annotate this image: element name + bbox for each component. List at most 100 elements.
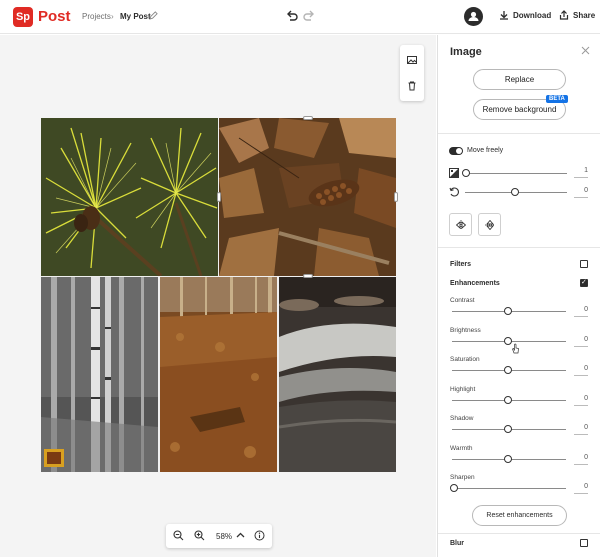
forest-floor-photo	[160, 277, 277, 472]
image-icon[interactable]	[407, 55, 417, 65]
undo-icon[interactable]	[286, 10, 298, 22]
saturation-value-underline	[574, 375, 588, 376]
filters-label: Filters	[450, 261, 472, 268]
flip-vertical-button[interactable]	[478, 213, 501, 236]
chevron-up-icon[interactable]	[235, 530, 246, 541]
zoom-toolbar: 58%	[166, 524, 272, 548]
saturation-label: Saturation	[450, 356, 480, 363]
opacity-value[interactable]: 1	[574, 167, 588, 174]
download-label: Download	[513, 10, 552, 20]
contrast-label: Contrast	[450, 297, 475, 304]
zoom-out-icon[interactable]	[173, 530, 184, 541]
collage-image-forest-floor[interactable]	[160, 277, 277, 472]
hand-cursor-icon	[512, 343, 519, 354]
image-actions-toolbar	[400, 45, 424, 101]
image-properties-panel: Image Replace Remove background BETA Mov…	[437, 35, 600, 557]
breadcrumb-current[interactable]: My Post	[120, 12, 151, 21]
share-icon	[559, 10, 569, 20]
share-button[interactable]: Share	[559, 10, 595, 20]
birch-photo	[41, 277, 158, 472]
zoom-in-icon[interactable]	[194, 530, 205, 541]
spark-logo[interactable]: Sp	[13, 7, 33, 27]
flip-vertical-icon	[485, 220, 495, 230]
highlight-label: Highlight	[450, 385, 476, 393]
rotation-value[interactable]: 0	[574, 187, 588, 194]
shadow-value-underline	[574, 434, 588, 435]
shadow-label: Shadow	[450, 415, 474, 422]
filters-checkbox[interactable]	[580, 260, 588, 268]
warmth-label: Warmth	[450, 444, 473, 452]
move-freely-toggle[interactable]	[449, 147, 463, 155]
shadow-value[interactable]: 0	[574, 424, 588, 431]
highlight-slider-thumb[interactable]	[504, 395, 512, 404]
contrast-slider-thumb[interactable]	[504, 307, 512, 315]
brightness-value[interactable]: 0	[574, 336, 588, 343]
enhancements-checkbox[interactable]	[580, 278, 588, 287]
rotation-value-underline	[574, 197, 588, 198]
sharpen-value[interactable]: 0	[574, 483, 588, 490]
contrast-value-underline	[574, 316, 588, 317]
flip-horizontal-button[interactable]	[449, 213, 472, 236]
pine-photo	[41, 118, 218, 276]
resize-handle-bottom[interactable]	[303, 274, 313, 278]
enhancements-label: Enhancements	[450, 280, 500, 287]
app-brand: Post	[38, 8, 71, 25]
resize-handle-mid[interactable]	[217, 192, 221, 202]
download-icon	[500, 11, 508, 20]
edit-name-icon[interactable]	[149, 11, 158, 20]
zoom-level[interactable]: 58%	[216, 532, 232, 541]
download-button[interactable]: Download	[499, 10, 551, 20]
saturation-slider-thumb[interactable]	[504, 366, 512, 374]
divider	[438, 133, 600, 134]
redo-icon[interactable]	[303, 10, 315, 22]
share-label: Share	[573, 10, 596, 20]
warmth-value-underline	[574, 463, 588, 465]
warmth-value[interactable]: 0	[574, 454, 588, 461]
flip-horizontal-icon	[456, 220, 466, 230]
breadcrumb-projects[interactable]: Projects	[82, 12, 111, 21]
sharpen-label: Sharpen	[450, 474, 475, 481]
blur-label: Blur	[450, 540, 464, 547]
panel-title: Image	[450, 46, 482, 58]
close-icon[interactable]	[581, 46, 590, 55]
collage-image-stream[interactable]	[279, 277, 396, 472]
opacity-slider-thumb[interactable]	[462, 169, 470, 177]
move-freely-label: Move freely	[467, 147, 504, 154]
collage-image-leaves[interactable]	[219, 118, 396, 276]
sharpen-value-underline	[574, 493, 588, 494]
avatar[interactable]	[464, 7, 483, 26]
resize-handle-top[interactable]	[303, 116, 313, 120]
sharpen-slider-thumb[interactable]	[450, 484, 458, 492]
sharpen-track[interactable]	[452, 488, 566, 489]
divider	[438, 533, 600, 534]
stream-photo	[279, 277, 396, 472]
brightness-value-underline	[574, 345, 588, 347]
rotate-icon	[449, 187, 459, 197]
collage-image-pine[interactable]	[41, 118, 218, 276]
beta-badge: BETA	[546, 95, 568, 103]
rotation-slider-thumb[interactable]	[511, 188, 519, 196]
opacity-track[interactable]	[465, 173, 567, 174]
saturation-value[interactable]: 0	[574, 365, 588, 372]
divider	[438, 247, 600, 248]
warmth-slider-thumb[interactable]	[504, 454, 512, 463]
opacity-icon	[449, 168, 459, 178]
photo-collage[interactable]	[41, 116, 398, 472]
shadow-slider-thumb[interactable]	[504, 425, 512, 433]
collage-image-birch[interactable]	[41, 277, 158, 472]
breadcrumb-separator: ›	[111, 12, 114, 21]
blur-checkbox[interactable]	[580, 539, 588, 547]
leaves-photo	[219, 118, 396, 276]
delete-icon[interactable]	[407, 81, 417, 91]
opacity-value-underline	[574, 177, 588, 178]
highlight-value[interactable]: 0	[574, 395, 588, 402]
top-bar: Sp Post Projects › My Post Download Shar…	[0, 0, 600, 34]
highlight-value-underline	[574, 404, 588, 406]
reset-enhancements-button[interactable]: Reset enhancements	[472, 505, 567, 526]
user-icon	[468, 11, 479, 21]
brightness-label: Brightness	[450, 326, 481, 334]
info-icon[interactable]	[254, 530, 265, 541]
contrast-value[interactable]: 0	[574, 306, 588, 313]
replace-button[interactable]: Replace	[473, 69, 566, 90]
resize-handle-right[interactable]	[394, 192, 398, 202]
